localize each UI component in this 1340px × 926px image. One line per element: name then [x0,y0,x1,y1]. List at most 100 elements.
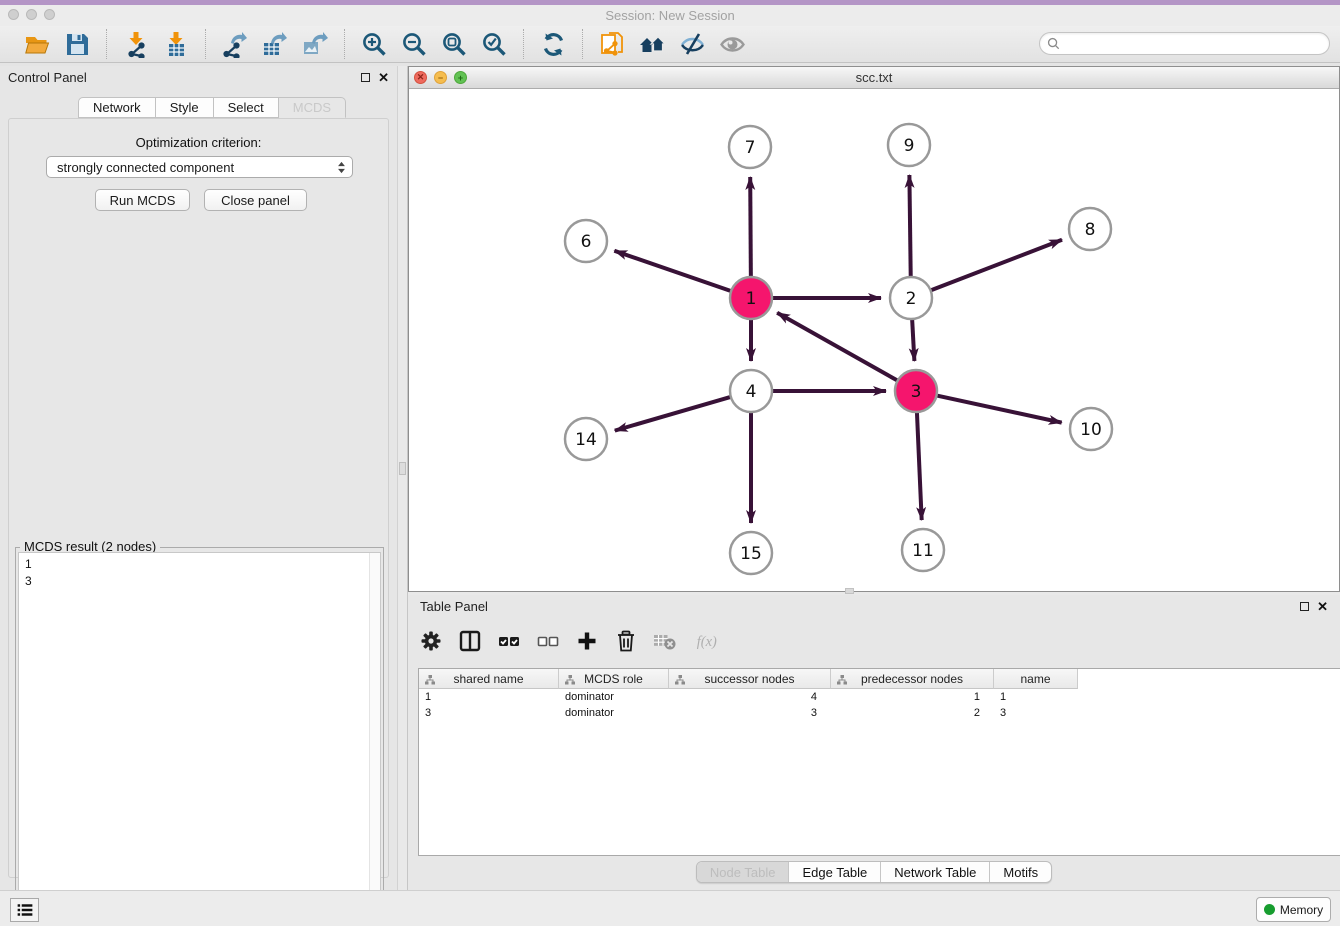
node-3[interactable]: 3 [895,370,937,412]
column-header-predecessor-nodes[interactable]: predecessor nodes [831,669,994,689]
task-history-button[interactable] [10,898,39,922]
node-7[interactable]: 7 [729,126,771,168]
tab-network[interactable]: Network [78,97,156,118]
zoom-in-icon[interactable] [359,29,389,59]
show-all-icon[interactable] [717,29,747,59]
column-label: name [1020,672,1050,686]
edge-1-7[interactable] [750,177,751,279]
search-box[interactable] [1039,32,1330,55]
column-header-successor-nodes[interactable]: successor nodes [669,669,831,689]
hide-selected-icon[interactable] [677,29,707,59]
trash-icon[interactable] [613,628,639,654]
add-icon[interactable] [574,628,600,654]
mcds-result-area[interactable]: 1 3 [18,552,381,915]
table-cell[interactable]: dominator [559,689,669,705]
table-cell[interactable]: 3 [994,705,1078,721]
node-6[interactable]: 6 [565,220,607,262]
horizontal-splitter-handle[interactable] [845,588,854,594]
node-15[interactable]: 15 [730,532,772,574]
vertical-splitter-handle[interactable] [399,462,406,475]
vertical-splitter[interactable] [397,66,408,890]
optimization-criterion-dropdown[interactable]: strongly connected component [46,156,353,178]
network-canvas[interactable]: 7 9 6 8 1 2 4 3 14 10 15 11 [409,89,1339,591]
table-cell[interactable]: 3 [669,705,831,721]
tab-edge-table[interactable]: Edge Table [789,862,881,882]
edge-2-3[interactable] [912,317,914,361]
column-header-MCDS-role[interactable]: MCDS role [559,669,669,689]
control-panel-float-icon[interactable] [361,73,370,82]
table-panel-title: Table Panel [420,599,488,614]
toolbar-group [206,29,344,59]
columns-icon[interactable] [457,628,483,654]
refresh-icon[interactable] [538,29,568,59]
deselect-all-icon[interactable] [535,628,561,654]
table-panel-float-icon[interactable] [1300,602,1309,611]
column-header-name[interactable]: name [994,669,1078,689]
zoom-fit-icon[interactable] [439,29,469,59]
search-input[interactable] [1060,35,1329,53]
toolbar-group [345,29,523,59]
memory-button[interactable]: Memory [1256,897,1331,922]
node-4[interactable]: 4 [730,370,772,412]
table-cell[interactable]: 4 [669,689,831,705]
node-1[interactable]: 1 [730,277,772,319]
network-window-titlebar[interactable]: ✕ − + scc.txt [409,67,1339,89]
tab-style[interactable]: Style [156,97,214,118]
edge-2-8[interactable] [929,240,1062,291]
control-panel-close-icon[interactable]: ✕ [378,71,389,84]
clone-network-icon[interactable] [597,29,627,59]
window-minimize-icon[interactable] [26,9,37,20]
window-controls[interactable] [8,9,55,20]
table-cell[interactable]: 3 [419,705,559,721]
node-8[interactable]: 8 [1069,208,1111,250]
select-all-icon[interactable] [496,628,522,654]
export-table-icon[interactable] [260,29,290,59]
tab-network-table[interactable]: Network Table [881,862,990,882]
node-2[interactable]: 2 [890,277,932,319]
tab-select[interactable]: Select [214,97,279,118]
table-cell[interactable]: 2 [831,705,994,721]
edge-4-14[interactable] [615,396,733,430]
gear-icon[interactable] [418,628,444,654]
tab-motifs[interactable]: Motifs [990,862,1051,882]
open-session-icon[interactable] [22,29,52,59]
export-network-icon[interactable] [220,29,250,59]
edge-3-10[interactable] [935,395,1062,423]
node-11[interactable]: 11 [902,529,944,571]
zoom-selected-icon[interactable] [479,29,509,59]
table-cell[interactable]: 1 [994,689,1078,705]
toolbar-group [583,29,761,59]
window-close-icon[interactable] [8,9,19,20]
tab-mcds[interactable]: MCDS [279,97,346,118]
export-image-icon[interactable] [300,29,330,59]
column-header-shared-name[interactable]: shared name [419,669,559,689]
close-panel-button[interactable]: Close panel [204,189,307,211]
table-row[interactable]: 3dominator323 [419,705,1340,721]
mcds-result-scrollbar[interactable] [369,553,380,914]
edge-3-11[interactable] [917,410,922,520]
window-zoom-icon[interactable] [44,9,55,20]
tab-node-table[interactable]: Node Table [697,862,790,882]
table-panel-close-icon[interactable]: ✕ [1317,600,1328,613]
zoom-out-icon[interactable] [399,29,429,59]
first-neighbors-icon[interactable] [637,29,667,59]
edge-3-1[interactable] [777,313,899,382]
mcds-panel: Optimization criterion: strongly connect… [8,118,389,878]
network-zoom-icon[interactable]: + [454,71,467,84]
table-cell[interactable]: 1 [419,689,559,705]
run-mcds-button[interactable]: Run MCDS [95,189,190,211]
network-title: scc.txt [856,70,893,85]
table-cell[interactable]: 1 [831,689,994,705]
edge-1-6[interactable] [614,251,733,292]
network-close-icon[interactable]: ✕ [414,71,427,84]
network-minimize-icon[interactable]: − [434,71,447,84]
node-9[interactable]: 9 [888,124,930,166]
save-session-icon[interactable] [62,29,92,59]
table-cell[interactable]: dominator [559,705,669,721]
import-table-icon[interactable] [161,29,191,59]
node-14[interactable]: 14 [565,418,607,460]
edge-2-9[interactable] [909,175,910,279]
node-10[interactable]: 10 [1070,408,1112,450]
import-network-icon[interactable] [121,29,151,59]
table-row[interactable]: 1dominator411 [419,689,1340,705]
